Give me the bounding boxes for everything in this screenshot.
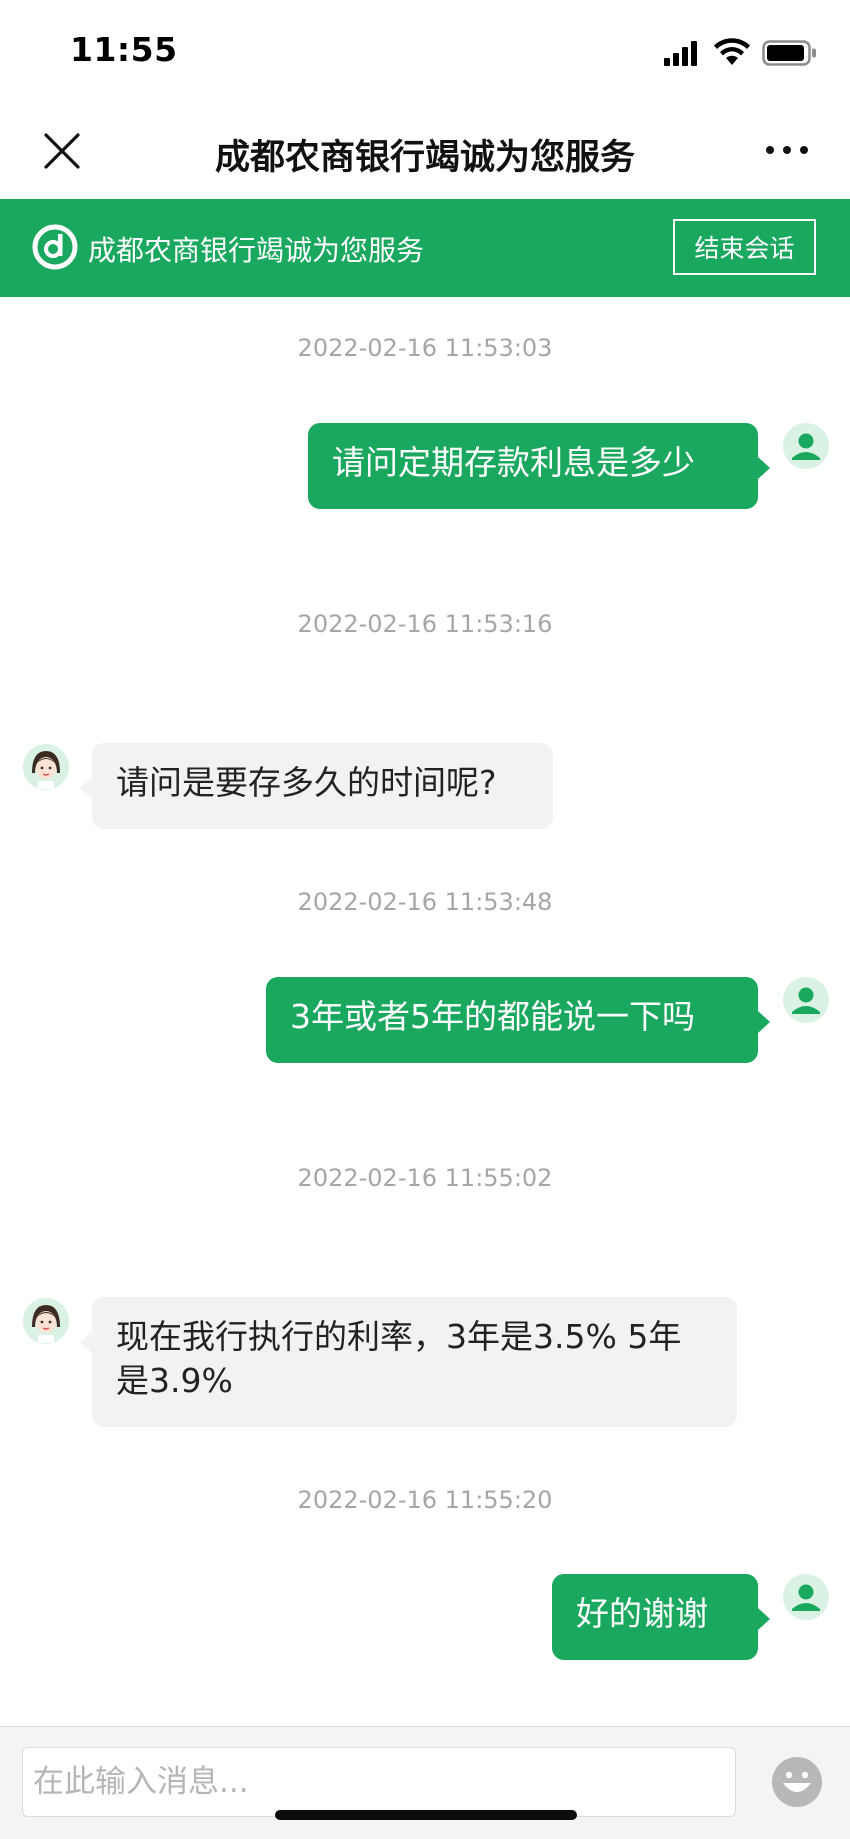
status-bar: 11:55 (0, 0, 850, 105)
message-timestamp: 2022-02-16 11:55:02 (297, 1164, 553, 1192)
user-avatar-icon (783, 423, 829, 469)
page-title: 成都农商银行竭诚为您服务 (214, 138, 635, 178)
input-bar (0, 1726, 850, 1839)
message-timestamp: 2022-02-16 11:53:16 (297, 610, 553, 638)
chat-screen: 11:55 成都农商银行竭诚为您服务 成都农商银行竭诚为您服务 结束会话 202… (0, 0, 850, 1839)
message-input[interactable] (22, 1747, 736, 1817)
service-banner: 成都农商银行竭诚为您服务 结束会话 (0, 199, 850, 297)
status-time: 11:55 (70, 30, 178, 69)
agent-avatar-icon (23, 744, 69, 790)
signal-icon (664, 41, 697, 66)
agent-message-bubble: 现在我行执行的利率，3年是3.5% 5年是3.9% (80, 1297, 737, 1427)
emoji-icon[interactable] (770, 1755, 824, 1809)
banner-title: 成都农商银行竭诚为您服务 (88, 234, 425, 267)
user-avatar-icon (783, 1574, 829, 1620)
user-message-bubble: 请问定期存款利息是多少 (308, 423, 770, 509)
nav-bar: 成都农商银行竭诚为您服务 (0, 105, 850, 199)
wifi-icon (714, 38, 750, 65)
bank-logo-icon (32, 224, 78, 270)
message-timestamp: 2022-02-16 11:55:20 (297, 1486, 553, 1514)
agent-message-bubble: 请问是要存多久的时间呢? (80, 743, 553, 829)
message-timestamp: 2022-02-16 11:53:03 (297, 334, 553, 362)
home-indicator (275, 1810, 577, 1820)
user-message-bubble: 好的谢谢 (552, 1574, 770, 1660)
message-timestamp: 2022-02-16 11:53:48 (297, 888, 553, 916)
battery-icon (762, 40, 816, 66)
more-icon[interactable] (764, 135, 810, 165)
user-message-bubble: 3年或者5年的都能说一下吗 (266, 977, 770, 1063)
agent-avatar-icon (23, 1298, 69, 1344)
user-avatar-icon (783, 977, 829, 1023)
end-session-button[interactable]: 结束会话 (673, 219, 816, 275)
